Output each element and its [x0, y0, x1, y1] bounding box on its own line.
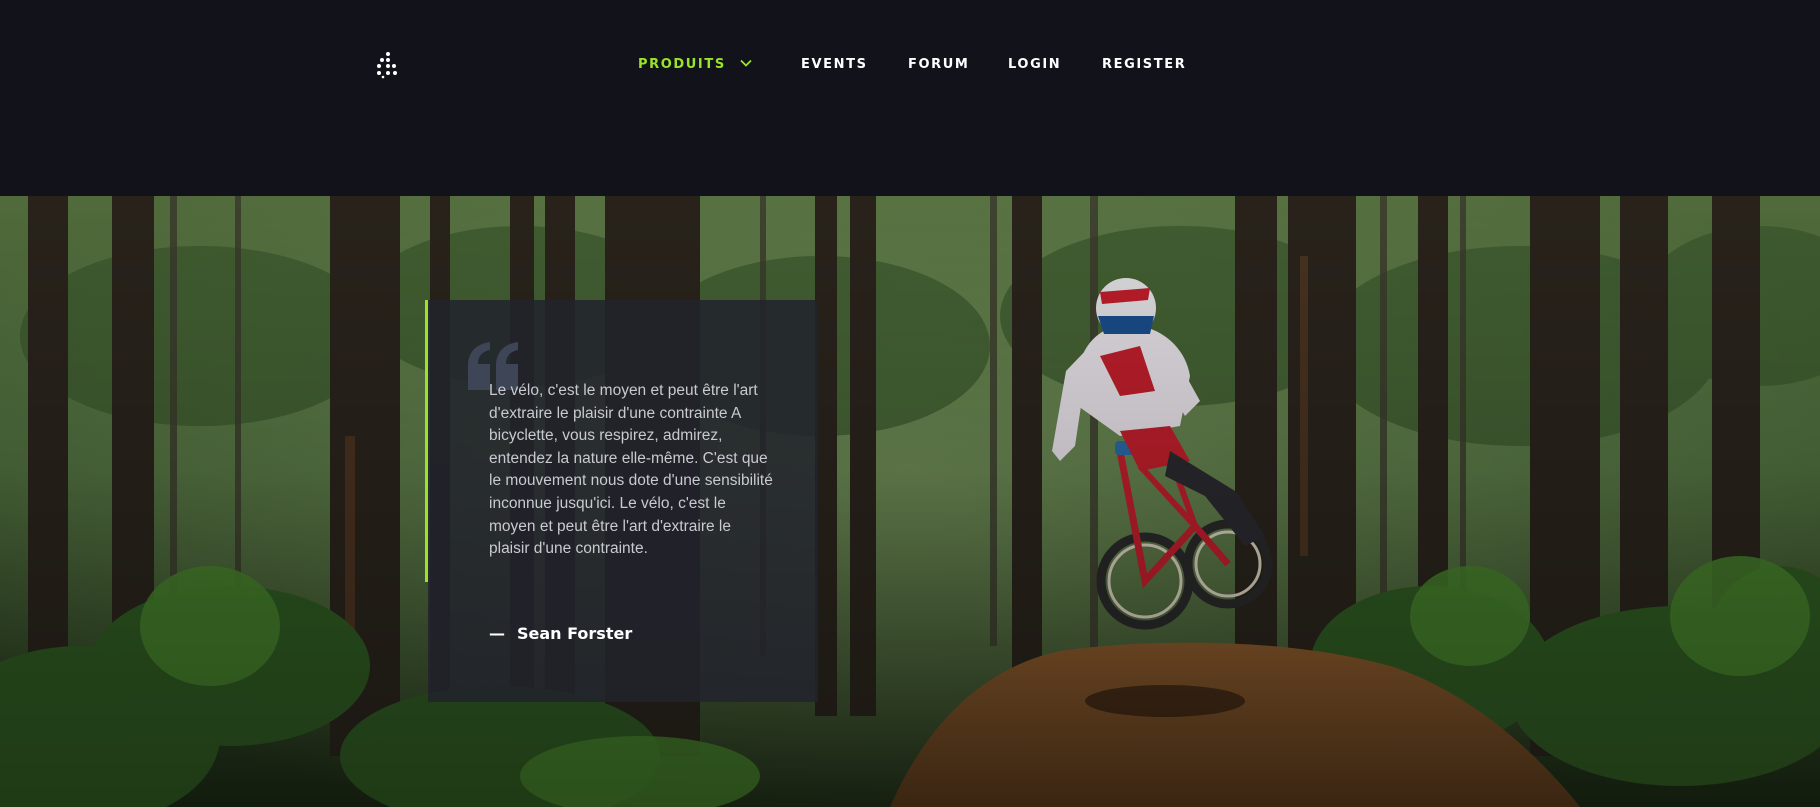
quote-author: — Sean Forster: [489, 624, 632, 644]
forest-mountain-bike-jump-photo: [0, 196, 1820, 807]
author-name: Sean Forster: [517, 624, 633, 643]
nav-item-label: PRODUITS: [638, 57, 726, 72]
nav-item-events[interactable]: EVENTS: [801, 57, 868, 73]
testimonial-card: Le vélo, c'est le moyen et peut être l'a…: [428, 300, 818, 702]
site-header: PRODUITS EVENTS FORUM LOGIN REGISTER: [0, 0, 1820, 196]
hero-section: Le vélo, c'est le moyen et peut être l'a…: [0, 196, 1820, 807]
main-nav: PRODUITS EVENTS FORUM LOGIN REGISTER: [0, 57, 1820, 73]
nav-item-forum[interactable]: FORUM: [908, 57, 969, 73]
nav-item-produits[interactable]: PRODUITS: [638, 57, 752, 73]
quote-text: Le vélo, c'est le moyen et peut être l'a…: [489, 382, 773, 558]
nav-item-login[interactable]: LOGIN: [1008, 57, 1061, 73]
nav-item-register[interactable]: REGISTER: [1102, 57, 1186, 73]
author-dash: —: [489, 624, 505, 643]
chevron-down-icon: [740, 59, 752, 67]
